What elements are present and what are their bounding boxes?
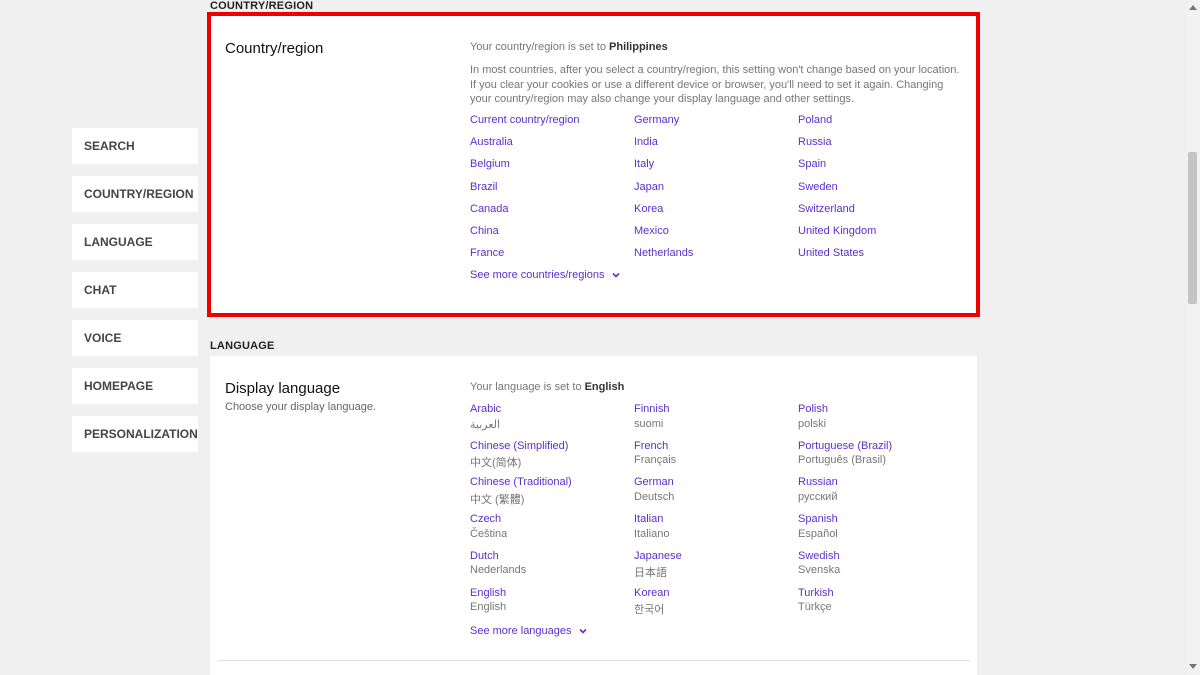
language-link[interactable]: Dutch bbox=[470, 550, 499, 562]
country-link[interactable]: Italy bbox=[634, 158, 654, 170]
language-link[interactable]: Chinese (Traditional) bbox=[470, 476, 572, 488]
language-native-name: Português (Brasil) bbox=[798, 454, 887, 467]
country-link[interactable]: Sweden bbox=[798, 181, 838, 193]
chevron-down-icon bbox=[611, 272, 620, 278]
country-link[interactable]: Korea bbox=[634, 203, 663, 215]
country-link[interactable]: Australia bbox=[470, 136, 513, 148]
language-native-name: Türkçe bbox=[798, 601, 832, 613]
country-link[interactable]: China bbox=[470, 225, 499, 237]
page-scrollbar[interactable] bbox=[1187, 0, 1200, 675]
country-link[interactable]: Netherlands bbox=[634, 247, 693, 259]
language-link[interactable]: Portuguese (Brazil) bbox=[798, 440, 892, 452]
language-link[interactable]: Russian bbox=[798, 476, 838, 488]
country-region-card: Country/region Your country/region is se… bbox=[210, 15, 977, 314]
language-native-name: 中文 (繁體) bbox=[470, 493, 525, 506]
language-link[interactable]: French bbox=[634, 440, 668, 452]
country-description: In most countries, after you select a co… bbox=[470, 64, 960, 105]
nav-item-language[interactable]: LANGUAGE bbox=[72, 224, 198, 260]
language-status-prefix: Your language is set to bbox=[470, 381, 585, 393]
nav-item-personalization[interactable]: PERSONALIZATION bbox=[72, 416, 198, 452]
language-native-name: Čeština bbox=[470, 527, 508, 540]
country-link[interactable]: United States bbox=[798, 247, 864, 259]
language-link[interactable]: Swedish bbox=[798, 550, 840, 562]
nav-item-chat[interactable]: CHAT bbox=[72, 272, 198, 308]
see-more-countries-label: See more countries/regions bbox=[470, 269, 605, 281]
language-link[interactable]: German bbox=[634, 476, 674, 488]
language-section-heading: LANGUAGE bbox=[210, 340, 275, 352]
nav-item-voice[interactable]: VOICE bbox=[72, 320, 198, 356]
see-more-languages-label: See more languages bbox=[470, 625, 572, 637]
language-native-name: русский bbox=[798, 490, 838, 503]
language-link[interactable]: Chinese (Simplified) bbox=[470, 440, 568, 452]
country-region-section-heading: COUNTRY/REGION bbox=[210, 0, 314, 12]
country-link[interactable]: Canada bbox=[470, 203, 509, 215]
language-native-name: 한국어 bbox=[634, 604, 665, 616]
language-native-name: suomi bbox=[634, 417, 664, 430]
country-link[interactable]: Brazil bbox=[470, 181, 498, 193]
language-native-name: Español bbox=[798, 527, 838, 540]
language-link[interactable]: Arabic bbox=[470, 403, 501, 415]
nav-item-homepage[interactable]: HOMEPAGE bbox=[72, 368, 198, 404]
country-link[interactable]: France bbox=[470, 247, 504, 259]
language-native-name: Deutsch bbox=[634, 490, 675, 503]
language-card: Display language Choose your display lan… bbox=[210, 356, 977, 675]
language-native-name: Nederlands bbox=[470, 564, 527, 577]
see-more-countries-link[interactable]: See more countries/regions bbox=[470, 269, 621, 281]
country-link[interactable]: Belgium bbox=[470, 158, 510, 170]
language-native-name: Svenska bbox=[798, 564, 841, 577]
see-more-languages-link[interactable]: See more languages bbox=[470, 625, 588, 637]
language-native-name: 日本語 bbox=[634, 567, 667, 580]
language-native-name: 中文(简体) bbox=[470, 457, 522, 470]
display-language-subtitle: Choose your display language. bbox=[225, 401, 377, 413]
language-link[interactable]: Italian bbox=[634, 513, 663, 525]
language-link[interactable]: Korean bbox=[634, 587, 669, 599]
country-link[interactable]: Current country/region bbox=[470, 114, 579, 126]
display-language-title: Display language bbox=[225, 380, 341, 397]
country-status: Your country/region is set to Philippine… bbox=[470, 41, 668, 53]
settings-nav: SEARCH COUNTRY/REGION LANGUAGE CHAT VOIC… bbox=[72, 128, 198, 464]
language-link[interactable]: Japanese bbox=[634, 550, 682, 562]
language-link[interactable]: Turkish bbox=[798, 587, 834, 599]
nav-item-country-region[interactable]: COUNTRY/REGION bbox=[72, 176, 198, 212]
country-link[interactable]: United Kingdom bbox=[798, 225, 876, 237]
country-link[interactable]: Spain bbox=[798, 158, 826, 170]
nav-item-search[interactable]: SEARCH bbox=[72, 128, 198, 164]
language-link[interactable]: Polish bbox=[798, 403, 828, 415]
language-native-name: polski bbox=[798, 417, 827, 430]
language-status-value: English bbox=[584, 381, 625, 393]
language-native-name: Français bbox=[634, 454, 677, 467]
country-link[interactable]: Germany bbox=[634, 114, 679, 126]
section-divider bbox=[218, 660, 970, 661]
country-link[interactable]: Japan bbox=[634, 181, 664, 193]
language-status: Your language is set to English bbox=[470, 381, 624, 393]
country-link[interactable]: Mexico bbox=[634, 225, 669, 237]
language-native-name: English bbox=[470, 601, 507, 613]
country-status-value: Philippines bbox=[609, 41, 668, 53]
country-link[interactable]: Russia bbox=[798, 136, 832, 148]
language-link[interactable]: English bbox=[470, 587, 506, 599]
language-native-name: Italiano bbox=[634, 527, 670, 540]
country-status-prefix: Your country/region is set to bbox=[470, 41, 610, 53]
language-link[interactable]: Finnish bbox=[634, 403, 669, 415]
country-link[interactable]: India bbox=[634, 136, 658, 148]
country-region-title: Country/region bbox=[225, 40, 324, 57]
language-link[interactable]: Czech bbox=[470, 513, 501, 525]
scrollbar-thumb[interactable] bbox=[1188, 152, 1197, 304]
scroll-down-arrow-icon[interactable] bbox=[1189, 664, 1197, 669]
scroll-up-arrow-icon[interactable] bbox=[1189, 5, 1197, 10]
country-link[interactable]: Poland bbox=[798, 114, 832, 126]
country-link[interactable]: Switzerland bbox=[798, 203, 855, 215]
language-native-name: العربية bbox=[470, 418, 501, 431]
language-link[interactable]: Spanish bbox=[798, 513, 838, 525]
chevron-down-icon bbox=[578, 628, 587, 634]
